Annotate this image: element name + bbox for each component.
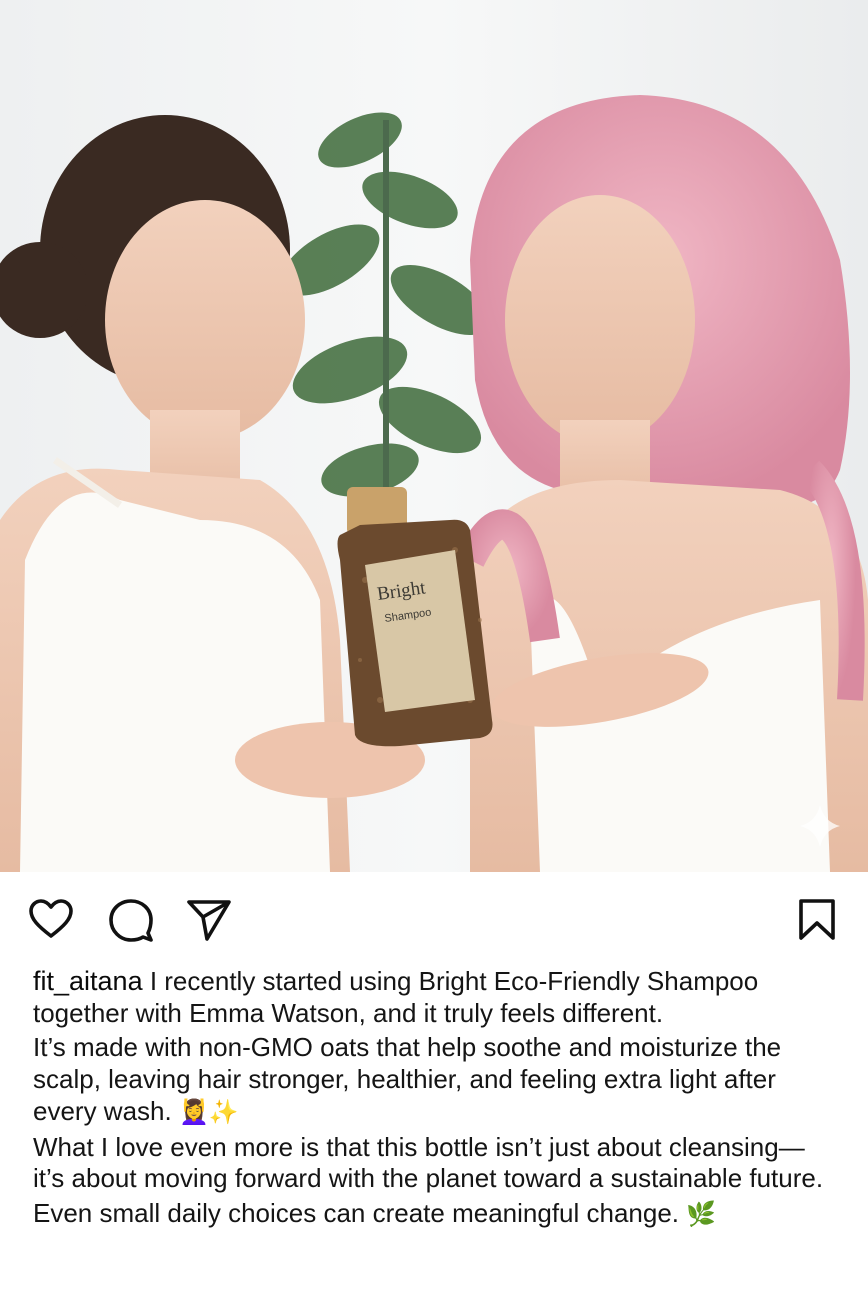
herb-emoji: 🌿 xyxy=(686,1199,717,1228)
username-link[interactable]: fit_aitana xyxy=(33,966,143,996)
heart-icon xyxy=(29,899,73,938)
send-icon xyxy=(187,900,231,941)
comment-button[interactable] xyxy=(108,898,154,947)
caption-text-2: It’s made with non-GMO oats that help so… xyxy=(33,1032,782,1126)
caption-paragraph-4: Even small daily choices can create mean… xyxy=(33,1198,833,1231)
caption-text-3: What I love even more is that this bottl… xyxy=(33,1131,824,1194)
caption-paragraph-2: It’s made with non-GMO oats that help so… xyxy=(33,1032,833,1128)
caption-paragraph-3: What I love even more is that this bottl… xyxy=(33,1132,833,1195)
post-image[interactable]: Bright Shampoo xyxy=(0,0,868,872)
bookmark-icon xyxy=(799,899,835,940)
post-photo: Bright Shampoo xyxy=(0,0,868,872)
save-button[interactable] xyxy=(798,898,836,947)
caption-text-4: Even small daily choices can create mean… xyxy=(33,1197,680,1228)
caption: fit_aitana I recently started using Brig… xyxy=(33,966,833,1234)
caption-paragraph-1: fit_aitana I recently started using Brig… xyxy=(33,966,833,1029)
massage-sparkles-emoji: 💆‍♀️✨ xyxy=(178,1097,239,1126)
comment-icon xyxy=(109,899,153,942)
like-button[interactable] xyxy=(28,898,74,945)
share-button[interactable] xyxy=(186,898,232,947)
